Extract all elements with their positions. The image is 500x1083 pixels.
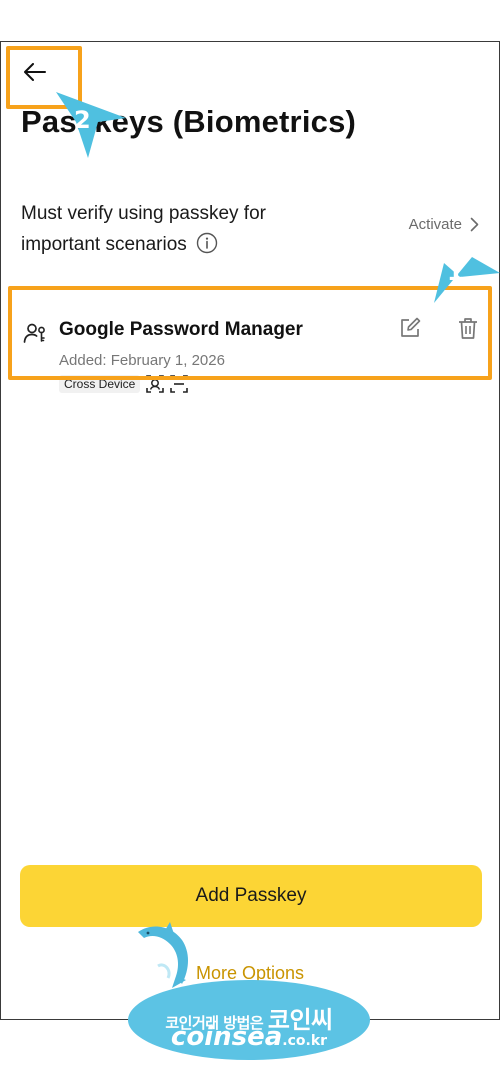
activate-label: Activate xyxy=(408,216,462,233)
dolphin-icon xyxy=(138,922,188,988)
watermark-domain: coinsea.co.kr xyxy=(128,1022,370,1052)
step-2-label: 2 xyxy=(74,106,91,134)
watermark-domain-main: coinsea xyxy=(170,1022,283,1052)
step-1-arrow-icon xyxy=(434,257,500,303)
coinsea-watermark: 코인거래 방법은 코인씨 coinsea.co.kr xyxy=(128,918,373,1063)
passkey-highlight-box xyxy=(8,286,492,380)
step-1-label: 1 xyxy=(447,258,464,286)
verify-description: Must verify using passkey for important … xyxy=(21,198,321,260)
watermark-domain-tld: .co.kr xyxy=(282,1033,328,1049)
verify-text: Must verify using passkey for important … xyxy=(21,203,266,255)
phone-screen: Passkeys (Biometrics) Must verify using … xyxy=(0,41,500,1020)
activate-button[interactable]: Activate xyxy=(409,216,479,233)
info-circle-icon[interactable] xyxy=(196,232,218,254)
step-2-arrow-icon xyxy=(56,92,126,158)
chevron-right-icon xyxy=(470,217,479,232)
